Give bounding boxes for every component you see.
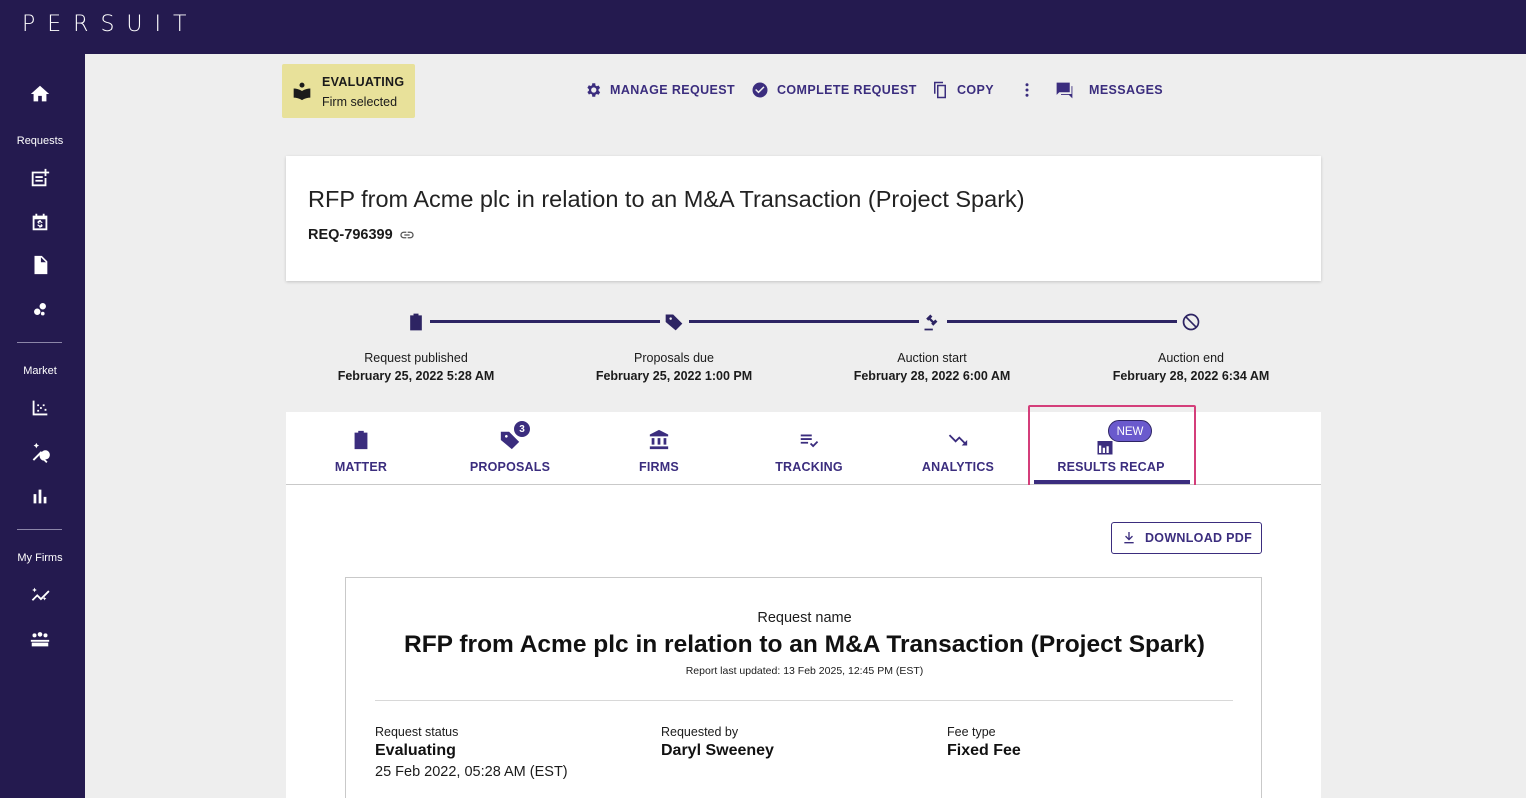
report-updated: Report last updated: 13 Feb 2025, 12:45 … bbox=[685, 665, 924, 677]
scatter-icon[interactable] bbox=[26, 297, 54, 321]
timeline-step: Auction start February 28, 2022 6:00 AM bbox=[822, 349, 1042, 385]
field-value: Daryl Sweeney bbox=[661, 742, 774, 759]
tab-tracking[interactable]: TRACKING bbox=[734, 412, 884, 484]
field-label: Request status bbox=[375, 725, 459, 739]
persuit-logo[interactable]: PERSUIT bbox=[22, 12, 198, 37]
document-icon[interactable] bbox=[26, 253, 54, 277]
group-icon[interactable] bbox=[26, 627, 54, 651]
timeline-step-label: Auction end bbox=[1157, 351, 1225, 365]
market-chart-icon[interactable] bbox=[26, 396, 54, 420]
tab-matter[interactable]: MATTER bbox=[286, 412, 436, 484]
report-name-label: Request name bbox=[757, 610, 852, 626]
magic-search-icon[interactable] bbox=[26, 440, 54, 464]
request-status-chip: EVALUATING Firm selected bbox=[282, 64, 415, 118]
ban-icon bbox=[1180, 311, 1202, 333]
status-title: EVALUATING bbox=[322, 75, 405, 89]
timeline-connector bbox=[947, 320, 1177, 323]
bank-icon bbox=[649, 429, 669, 450]
clipboard-icon bbox=[354, 430, 368, 450]
field-requested-by: Requested by Daryl Sweeney bbox=[661, 725, 774, 760]
tab-proposals[interactable]: 3 PROPOSALS bbox=[435, 412, 585, 484]
reading-book-icon bbox=[292, 81, 312, 101]
list-check-icon bbox=[800, 434, 819, 448]
download-pdf-label: DOWNLOAD PDF bbox=[1144, 531, 1253, 545]
tab-label: TRACKING bbox=[775, 460, 843, 474]
check-circle-icon bbox=[752, 82, 768, 98]
home-icon[interactable] bbox=[26, 82, 54, 106]
manage-request-label: MANAGE REQUEST bbox=[610, 83, 736, 97]
tab-firms[interactable]: FIRMS bbox=[584, 412, 734, 484]
request-title: RFP from Acme plc in relation to an M&A … bbox=[308, 186, 1025, 212]
sidebar-section-requests: Requests bbox=[16, 135, 64, 147]
timeline-step-label: Request published bbox=[364, 351, 468, 365]
complete-request-label: COMPLETE REQUEST bbox=[777, 83, 917, 97]
top-bar: PERSUIT bbox=[0, 0, 1526, 54]
timeline-step: Request published February 25, 2022 5:28… bbox=[306, 349, 526, 385]
field-value: Evaluating bbox=[375, 742, 456, 759]
timeline-step-label: Proposals due bbox=[634, 351, 714, 365]
complete-request-button[interactable]: COMPLETE REQUEST bbox=[751, 79, 917, 101]
timeline-step-date: February 25, 2022 5:28 AM bbox=[337, 369, 495, 383]
download-icon bbox=[1124, 532, 1134, 544]
tag-icon bbox=[663, 311, 685, 333]
kebab-menu-icon bbox=[1025, 83, 1029, 97]
sidebar-divider bbox=[17, 342, 62, 343]
messages-label: MESSAGES bbox=[1089, 83, 1164, 97]
report-card: Request name RFP from Acme plc in relati… bbox=[345, 577, 1262, 798]
request-id-text: REQ-796399 bbox=[308, 227, 393, 243]
link-icon[interactable] bbox=[399, 227, 415, 243]
gear-icon bbox=[587, 83, 601, 97]
gavel-icon bbox=[921, 311, 943, 333]
manage-request-button[interactable]: MANAGE REQUEST bbox=[584, 79, 735, 101]
download-pdf-button[interactable]: DOWNLOAD PDF bbox=[1111, 522, 1262, 554]
copy-button[interactable]: COPY bbox=[931, 79, 994, 101]
timeline-connector bbox=[430, 320, 660, 323]
timeline-step: Proposals due February 25, 2022 1:00 PM bbox=[564, 349, 784, 385]
field-subvalue: 25 Feb 2022, 05:28 AM (EST) bbox=[375, 764, 568, 780]
more-options-button[interactable] bbox=[1018, 79, 1036, 101]
field-request-status: Request status Evaluating 25 Feb 2022, 0… bbox=[375, 725, 568, 780]
tab-label: FIRMS bbox=[639, 460, 679, 474]
tab-label: PROPOSALS bbox=[469, 460, 551, 474]
analytics-wand-icon[interactable] bbox=[26, 583, 54, 607]
messages-button[interactable]: MESSAGES bbox=[1054, 79, 1163, 101]
request-header-card: RFP from Acme plc in relation to an M&A … bbox=[286, 156, 1321, 281]
field-label: Requested by bbox=[661, 725, 739, 739]
timeline-step-date: February 28, 2022 6:00 AM bbox=[853, 369, 1011, 383]
request-id: REQ-796399 bbox=[308, 227, 415, 243]
timeline-step-label: Auction start bbox=[897, 351, 967, 365]
sidebar-section-my-firms: My Firms bbox=[17, 552, 63, 564]
sidebar-divider bbox=[17, 529, 62, 530]
timeline-step-date: February 25, 2022 1:00 PM bbox=[595, 369, 753, 383]
field-fee-type: Fee type Fixed Fee bbox=[947, 725, 1021, 760]
timeline-step-date: February 28, 2022 6:34 AM bbox=[1112, 369, 1270, 383]
field-label: Fee type bbox=[947, 725, 996, 739]
divider bbox=[375, 700, 1233, 701]
highlight-annotation bbox=[1028, 405, 1196, 491]
timeline-step: Auction end February 28, 2022 6:34 AM bbox=[1081, 349, 1301, 385]
tab-analytics[interactable]: ANALYTICS bbox=[883, 412, 1033, 484]
trending-down-icon bbox=[948, 434, 968, 446]
timeline-connector bbox=[689, 320, 919, 323]
copy-icon bbox=[934, 81, 946, 99]
proposals-count-badge: 3 bbox=[513, 420, 531, 438]
new-request-icon[interactable] bbox=[26, 166, 54, 190]
tab-label: ANALYTICS bbox=[921, 460, 995, 474]
sidebar-section-market: Market bbox=[23, 365, 57, 377]
sidebar: Requests Market My Firms bbox=[0, 54, 85, 798]
chat-icon bbox=[1056, 82, 1073, 98]
field-value: Fixed Fee bbox=[947, 742, 1021, 759]
tab-label: MATTER bbox=[334, 460, 388, 474]
status-subtitle: Firm selected bbox=[322, 95, 398, 109]
copy-label: COPY bbox=[957, 83, 995, 97]
clipboard-icon bbox=[405, 311, 427, 333]
bar-chart-icon[interactable] bbox=[26, 484, 54, 508]
calendar-dollar-icon[interactable] bbox=[26, 210, 54, 234]
report-title: RFP from Acme plc in relation to an M&A … bbox=[404, 631, 1205, 658]
